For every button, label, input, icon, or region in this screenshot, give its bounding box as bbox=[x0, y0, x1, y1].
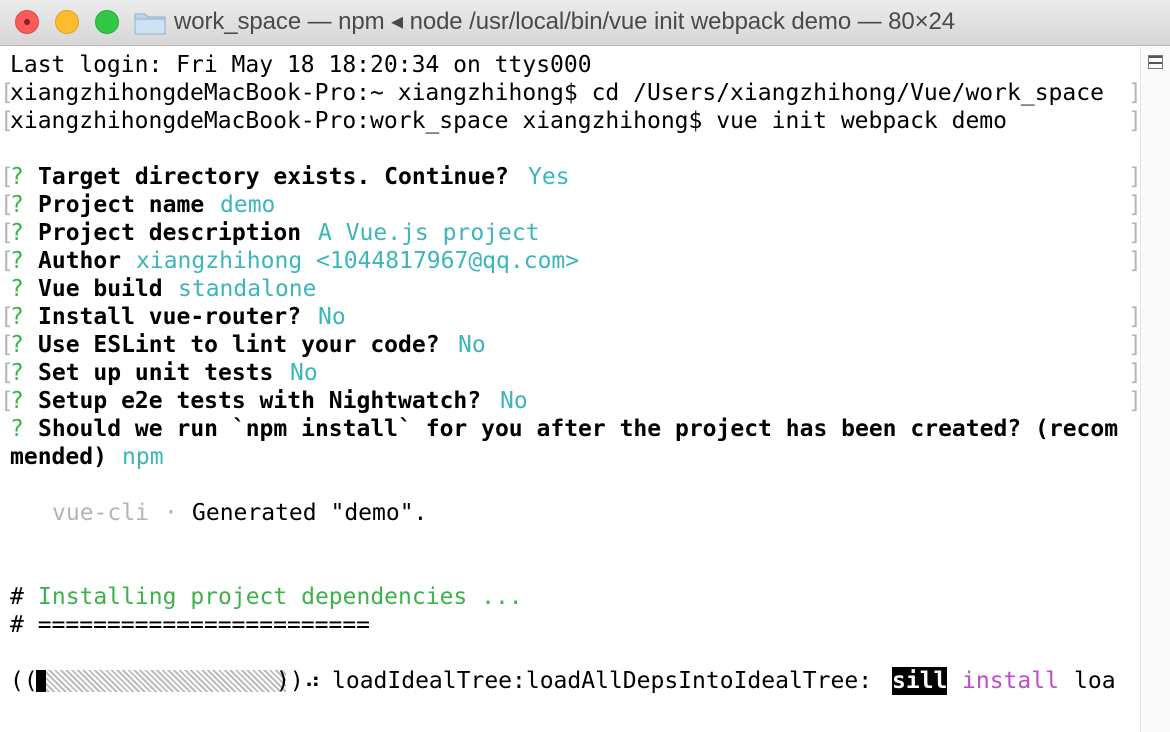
last-login-text: Last login: Fri May 18 18:20:34 on ttys0… bbox=[10, 52, 592, 78]
prompt-line: [ ? Project name demo ] bbox=[0, 191, 1142, 219]
progress-bar bbox=[36, 670, 286, 692]
prompt-question: Install vue-router? bbox=[38, 304, 302, 330]
prompt-line: [ ? Set up unit tests No ] bbox=[0, 359, 1142, 387]
prompt-mark: ? bbox=[10, 304, 24, 330]
command-line: [ xiangzhihongdeMacBook-Pro:~ xiangzhiho… bbox=[0, 79, 1142, 107]
title-bar[interactable]: work_space — npm ◂ node /usr/local/bin/v… bbox=[0, 0, 1170, 46]
prompt-question: Project name bbox=[38, 192, 205, 218]
prompt-line: [ ? Use ESLint to lint your code? No ] bbox=[0, 331, 1142, 359]
minimize-window-button[interactable] bbox=[55, 10, 79, 34]
separator-line: # ======================== bbox=[0, 611, 1140, 639]
prompt-question: Should we run `npm install` for you afte… bbox=[38, 416, 1119, 442]
generated-line: vue-cli · Generated "demo". bbox=[0, 499, 1140, 527]
progress-tail: loa bbox=[1074, 668, 1116, 694]
command-text: xiangzhihongdeMacBook-Pro:~ xiangzhihong… bbox=[10, 80, 1104, 106]
prompt-answer: No bbox=[318, 304, 346, 330]
hash-mark: # bbox=[10, 584, 24, 610]
progress-indicator: (( )) bbox=[10, 667, 304, 695]
prompt-question: Author bbox=[38, 248, 122, 274]
prompt-answer: demo bbox=[220, 192, 276, 218]
prompt-question: Use ESLint to lint your code? bbox=[38, 332, 440, 358]
prompt-line: [ ? Install vue-router? No ] bbox=[0, 303, 1142, 331]
separator-dot: · bbox=[164, 500, 178, 526]
prompt-question: mended) bbox=[10, 444, 107, 470]
vue-cli-label: vue-cli bbox=[52, 500, 149, 526]
progress-line: (( )) ⠴ loadIdealTree:loadAllDepsIntoIde… bbox=[0, 667, 1140, 695]
prompt-mark: ? bbox=[10, 360, 24, 386]
prompt-question: Target directory exists. Continue? bbox=[38, 164, 509, 190]
prompt-question: Vue build bbox=[38, 276, 163, 302]
prompt-line: [ ? Project description A Vue.js project… bbox=[0, 219, 1142, 247]
prompt-mark: ? bbox=[10, 416, 24, 442]
prompt-question: Setup e2e tests with Nightwatch? bbox=[38, 388, 482, 414]
prompt-answer: npm bbox=[122, 444, 164, 470]
prompt-line: ? Should we run `npm install` for you af… bbox=[0, 415, 1140, 443]
command-line: [ xiangzhihongdeMacBook-Pro:work_space x… bbox=[0, 107, 1142, 135]
prompt-mark: ? bbox=[10, 164, 24, 190]
close-window-button[interactable] bbox=[15, 10, 39, 34]
log-level-badge: sill bbox=[892, 667, 948, 695]
prompt-answer: Yes bbox=[528, 164, 570, 190]
spinner-icon: ⠴ bbox=[304, 668, 321, 694]
prompt-mark: ? bbox=[10, 220, 24, 246]
prompt-mark: ? bbox=[10, 388, 24, 414]
zoom-window-button[interactable] bbox=[95, 10, 119, 34]
terminal-window: work_space — npm ◂ node /usr/local/bin/v… bbox=[0, 0, 1170, 732]
prompt-line: ? Vue build standalone bbox=[0, 275, 1140, 303]
prompt-line: [ ? Author xiangzhihong <1044817967@qq.c… bbox=[0, 247, 1142, 275]
prompt-line: [ ? Setup e2e tests with Nightwatch? No … bbox=[0, 387, 1142, 415]
prompt-answer: No bbox=[290, 360, 318, 386]
prompt-mark: ? bbox=[10, 332, 24, 358]
installing-line: # Installing project dependencies ... bbox=[0, 583, 1140, 611]
prompt-line-continuation: mended) npm bbox=[0, 443, 1140, 471]
prompt-question: Project description bbox=[38, 220, 302, 246]
marks-icon[interactable] bbox=[1148, 55, 1163, 69]
last-login-line: Last login: Fri May 18 18:20:34 on ttys0… bbox=[0, 51, 1140, 79]
progress-status: loadIdealTree:loadAllDepsIntoIdealTree: bbox=[332, 668, 873, 694]
prompt-mark: ? bbox=[10, 248, 24, 274]
prompt-answer: No bbox=[458, 332, 486, 358]
folder-icon bbox=[134, 13, 166, 35]
prompt-mark: ? bbox=[10, 192, 24, 218]
progress-open: (( bbox=[10, 668, 38, 694]
prompt-answer: xiangzhihong <1044817967@qq.com> bbox=[136, 248, 580, 274]
prompt-mark: ? bbox=[10, 276, 24, 302]
scrollbar[interactable] bbox=[1140, 47, 1170, 732]
prompt-line: [ ? Target directory exists. Continue? Y… bbox=[0, 163, 1142, 191]
prompt-answer: A Vue.js project bbox=[318, 220, 540, 246]
prompt-answer: No bbox=[500, 388, 528, 414]
separator-text: # ======================== bbox=[10, 612, 371, 638]
command-text: xiangzhihongdeMacBook-Pro:work_space xia… bbox=[10, 108, 1007, 134]
prompt-question: Set up unit tests bbox=[38, 360, 274, 386]
prompt-answer: standalone bbox=[178, 276, 317, 302]
progress-keyword: install bbox=[962, 668, 1059, 694]
progress-close: )) bbox=[276, 668, 304, 694]
installing-text: Installing project dependencies ... bbox=[38, 584, 523, 610]
generated-text: Generated "demo". bbox=[192, 500, 428, 526]
window-title: work_space — npm ◂ node /usr/local/bin/v… bbox=[174, 8, 956, 35]
progress-fill bbox=[36, 670, 46, 692]
terminal-output[interactable]: Last login: Fri May 18 18:20:34 on ttys0… bbox=[0, 47, 1142, 732]
